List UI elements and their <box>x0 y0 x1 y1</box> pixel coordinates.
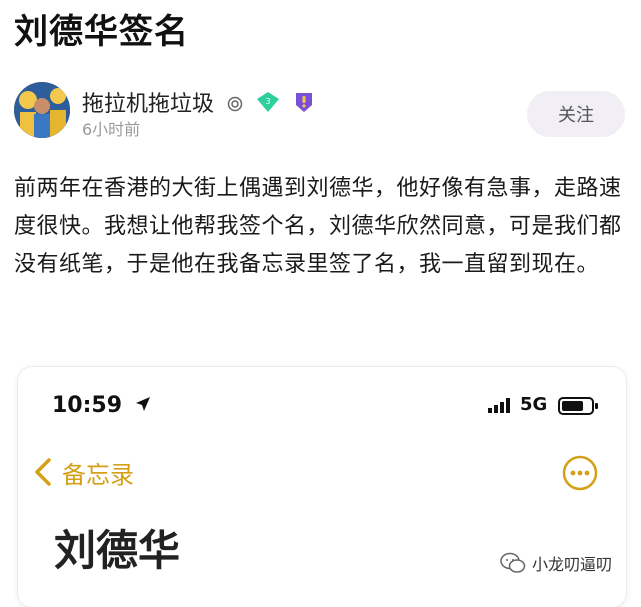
avatar[interactable] <box>14 82 70 138</box>
location-arrow-icon <box>134 394 152 419</box>
badge-level: 3 <box>265 97 270 106</box>
wechat-icon <box>500 552 526 573</box>
verified-circle-icon <box>227 93 243 118</box>
watermark: 小龙叨逼叨 <box>500 551 612 575</box>
back-chevron-icon[interactable] <box>32 457 54 491</box>
level-diamond-icon: 3 <box>256 91 280 119</box>
username-label: 拖拉机拖垃圾 <box>82 92 215 117</box>
more-options-icon[interactable] <box>562 455 598 495</box>
signal-bars-icon <box>488 397 516 417</box>
back-to-notes[interactable]: 备忘录 <box>62 455 134 490</box>
follow-button[interactable]: 关注 <box>527 91 625 137</box>
post-body: 前两年在香港的大街上偶遇到刘德华，他好像有急事，走路速度很快。我想让他帮我签个名… <box>14 176 622 277</box>
status-bar-time: 10:59 <box>52 393 152 419</box>
battery-icon <box>558 396 600 420</box>
page-title: 刘德华签名 <box>14 12 189 52</box>
clock-label: 10:59 <box>52 393 123 418</box>
note-title[interactable]: 刘德华 <box>54 517 180 578</box>
watermark-label: 小龙叨逼叨 <box>532 555 613 574</box>
post-author[interactable]: 拖拉机拖垃圾 3 <box>82 86 315 120</box>
network-type: 5G <box>520 394 548 415</box>
post-time: 6小时前 <box>82 120 141 139</box>
medal-icon <box>293 90 315 120</box>
